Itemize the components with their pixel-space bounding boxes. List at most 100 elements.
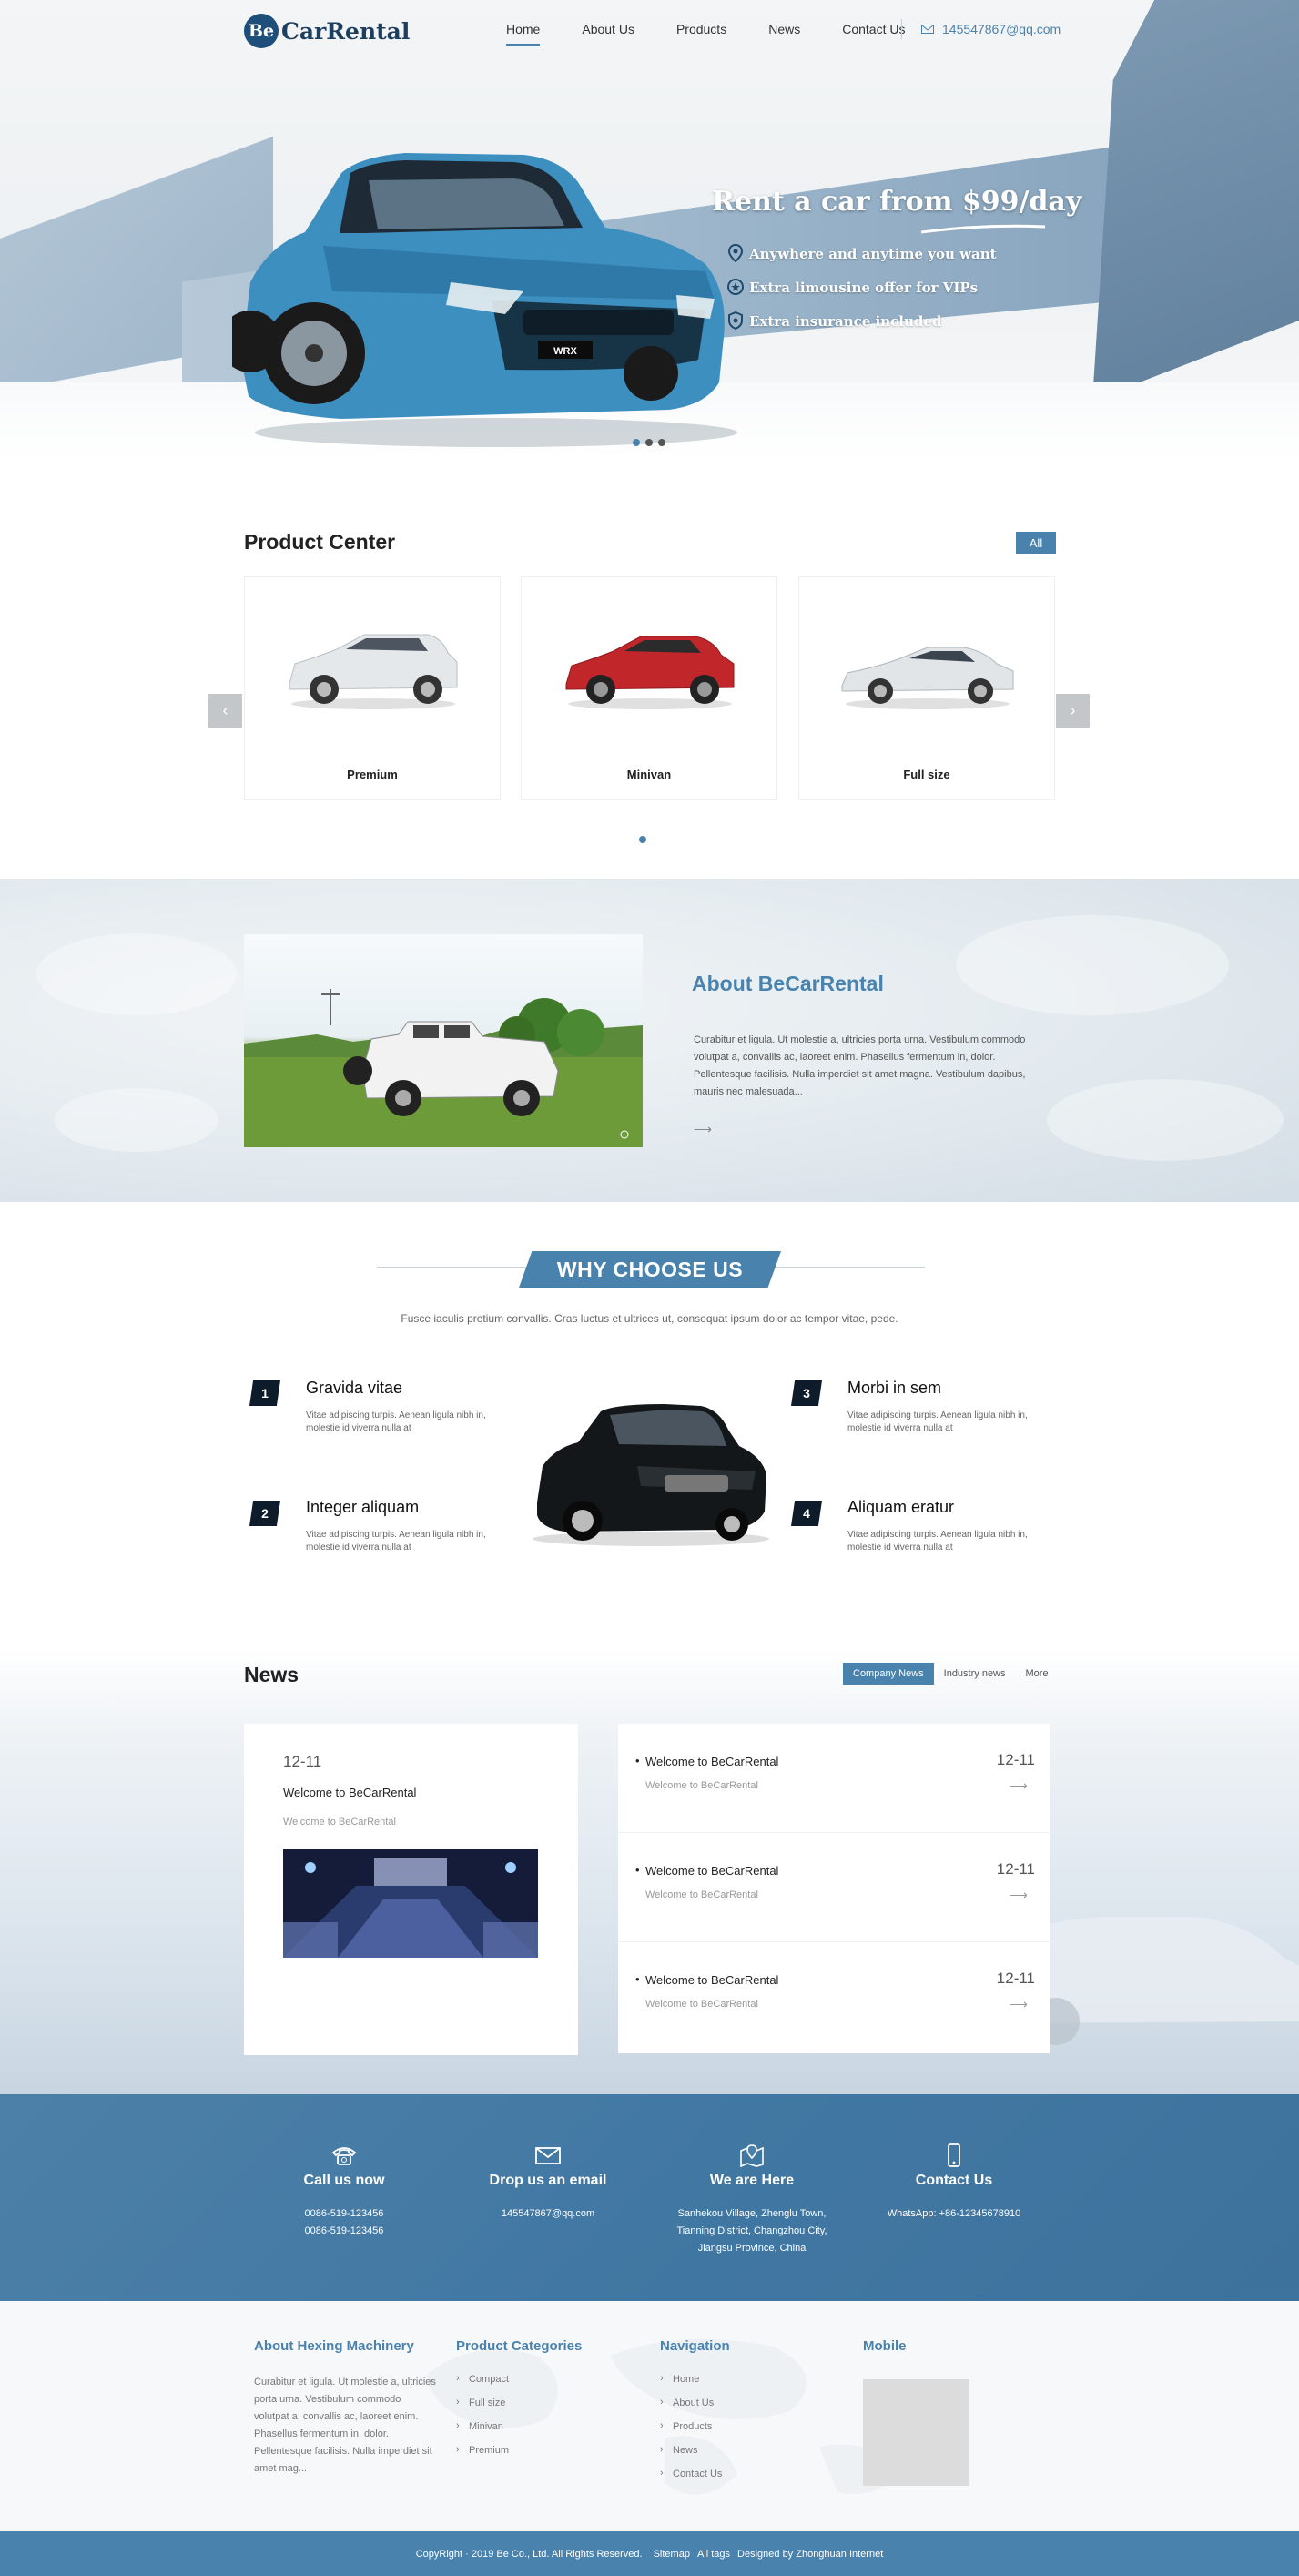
product-card-full-size[interactable]: Full size — [798, 576, 1055, 800]
news-tabs: Company News Industry news More — [843, 1663, 1059, 1685]
footer-link[interactable]: About Us — [660, 2397, 730, 2408]
product-car-image — [289, 634, 458, 709]
contact-email: Drop us an email 145547867@qq.com — [457, 2143, 639, 2223]
products-slider-dot[interactable] — [639, 836, 646, 843]
why-item-text: Vitae adipiscing turpis. Aenean ligula n… — [847, 1530, 1028, 1553]
tab-more[interactable]: More — [1016, 1663, 1059, 1685]
footer-link[interactable]: Full size — [456, 2397, 582, 2408]
nav-about-us[interactable]: About Us — [582, 22, 634, 36]
news-item-arrow[interactable]: ⟶ — [1010, 1997, 1028, 2012]
news-list-item[interactable]: Welcome to BeCarRental Welcome to BeCarR… — [618, 1724, 1050, 1833]
nav-home[interactable]: Home — [506, 22, 541, 46]
news-featured-date: 12-11 — [283, 1753, 322, 1770]
hero-title-underline — [920, 224, 1046, 234]
why-number: 3 — [791, 1380, 822, 1406]
tab-company-news[interactable]: Company News — [843, 1663, 934, 1685]
products-next-button[interactable]: › — [1056, 694, 1090, 728]
envelope-icon — [535, 2147, 561, 2164]
footer-heading: About Hexing Machinery — [254, 2338, 414, 2354]
nav-products[interactable]: Products — [676, 22, 726, 36]
hero-feature-3: Extra insurance included — [728, 311, 942, 330]
contact-strip — [0, 2094, 1299, 2301]
news-list-item[interactable]: Welcome to BeCarRental Welcome to BeCarR… — [618, 1833, 1050, 1942]
star-badge-icon — [727, 279, 744, 295]
news-item-date: 12-11 — [996, 1751, 1035, 1768]
footer-heading: Product Categories — [456, 2338, 583, 2354]
contact-heading: Contact Us — [915, 2173, 993, 2188]
news-item-arrow[interactable]: ⟶ — [1010, 1778, 1028, 1794]
header-email-text: 145547867@qq.com — [942, 22, 1061, 36]
nav-news[interactable]: News — [768, 22, 800, 36]
footer-navigation: Navigation Home About Us Products News C… — [660, 2338, 730, 2492]
shield-icon — [728, 311, 743, 330]
news-item-title: Welcome to BeCarRental — [635, 1972, 778, 1987]
about-text: Curabitur et ligula. Ut molestie a, ultr… — [694, 1034, 1026, 1097]
why-item-title: Aliquam eratur — [847, 1498, 955, 1516]
header-email[interactable]: 145547867@qq.com — [921, 22, 1061, 36]
products-all-button[interactable]: All — [1016, 532, 1056, 554]
news-list: Welcome to BeCarRental Welcome to BeCarR… — [618, 1724, 1050, 2053]
about-more-arrow[interactable]: ⟶ — [694, 1122, 712, 1137]
news-title: News — [244, 1663, 299, 1686]
contact-line: Jiangsu Province, China — [697, 2243, 807, 2254]
footer-link[interactable]: Products — [660, 2420, 730, 2432]
products-prev-button[interactable]: ‹ — [208, 694, 242, 728]
about-title: About BeCarRental — [692, 972, 884, 995]
location-pin-icon — [727, 244, 744, 262]
news-featured[interactable]: 12-11 Welcome to BeCarRental Welcome to … — [244, 1724, 578, 2055]
footer-designer-link[interactable]: Designed by Zhonghuan Internet — [737, 2549, 883, 2560]
product-card-premium[interactable]: Premium — [244, 576, 501, 800]
copyright-bar: CopyRight · 2019 Be Co., Ltd. All Rights… — [0, 2531, 1299, 2576]
contact-line: 0086-519-123456 — [304, 2225, 384, 2236]
hero-dot-3[interactable] — [658, 439, 665, 446]
news-item-arrow[interactable]: ⟶ — [1010, 1888, 1028, 1903]
contact-phone: Call us now 0086-519-123456 0086-519-123… — [253, 2143, 435, 2240]
contact-line[interactable]: 145547867@qq.com — [457, 2205, 639, 2223]
why-item-text: Vitae adipiscing turpis. Aenean ligula n… — [306, 1530, 486, 1553]
site-logo[interactable]: Be CarRental — [244, 13, 410, 49]
footer-sitemap-link[interactable]: Sitemap — [654, 2549, 690, 2560]
footer-heading: Navigation — [660, 2338, 730, 2354]
product-car-image — [565, 636, 735, 709]
product-label: Premium — [347, 768, 398, 781]
why-number: 4 — [791, 1501, 822, 1526]
footer-link[interactable]: Compact — [456, 2373, 582, 2385]
hero-dot-2[interactable] — [645, 439, 653, 446]
footer-link[interactable]: News — [660, 2444, 730, 2456]
why-car-image — [533, 1404, 769, 1546]
why-title: WHY CHOOSE US — [519, 1251, 781, 1288]
logo-name: CarRental — [281, 17, 411, 45]
news-featured-summary: Welcome to BeCarRental — [283, 1817, 396, 1828]
copyright-text: CopyRight · 2019 Be Co., Ltd. All Rights… — [415, 2548, 643, 2560]
footer-link[interactable]: Contact Us — [660, 2468, 730, 2479]
product-card-minivan[interactable]: Minivan — [521, 576, 777, 800]
nav-contact-us[interactable]: Contact Us — [842, 22, 905, 36]
product-label: Full size — [903, 768, 950, 781]
news-item-title: Welcome to BeCarRental — [635, 1754, 778, 1768]
news-item-summary: Welcome to BeCarRental — [645, 1780, 758, 1791]
tab-industry-news[interactable]: Industry news — [934, 1663, 1016, 1685]
news-featured-image — [283, 1849, 538, 1958]
footer-tags-link[interactable]: All tags — [697, 2549, 730, 2560]
mobile-icon — [948, 2143, 960, 2167]
news-list-item[interactable]: Welcome to BeCarRental Welcome to BeCarR… — [618, 1942, 1050, 2052]
contact-line: 0086-519-123456 — [304, 2208, 384, 2219]
footer-link[interactable]: Premium — [456, 2444, 582, 2456]
hero-dot-1[interactable] — [633, 439, 640, 446]
contact-line: WhatsApp: +86-12345678910 — [887, 2208, 1021, 2219]
footer-link[interactable]: Home — [660, 2373, 730, 2385]
contact-heading: We are Here — [709, 2173, 795, 2188]
news-item-date: 12-11 — [996, 1970, 1035, 1987]
hero-backdrop-right — [1092, 0, 1299, 401]
footer-link[interactable]: Minivan — [456, 2420, 582, 2432]
phone-icon — [331, 2147, 357, 2165]
news-item-title: Welcome to BeCarRental — [635, 1863, 778, 1878]
footer-about: About Hexing Machinery Curabitur et ligu… — [254, 2338, 436, 2478]
hero-slider-dots — [633, 439, 671, 446]
hero-feature-2-text: Extra limousine offer for VIPs — [749, 280, 979, 296]
hero-feature-3-text: Extra insurance included — [749, 313, 942, 330]
hero-feature-2: Extra limousine offer for VIPs — [727, 279, 979, 296]
footer-mobile: Mobile — [863, 2338, 907, 2374]
why-subtitle: Fusce iaculis pretium convallis. Cras lu… — [401, 1312, 898, 1325]
envelope-icon — [921, 25, 934, 34]
